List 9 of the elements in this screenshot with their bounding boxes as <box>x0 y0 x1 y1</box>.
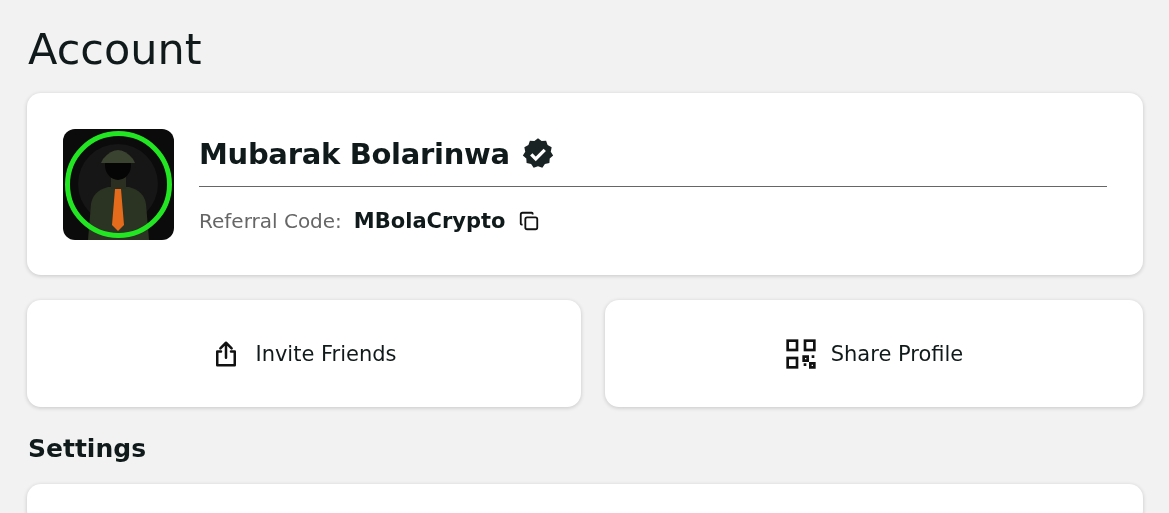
user-name: Mubarak Bolarinwa <box>199 137 510 171</box>
page-title: Account <box>28 28 203 71</box>
section-title: Settings <box>28 434 147 464</box>
referral-label: Referral Code: <box>199 209 342 233</box>
copy-icon[interactable] <box>517 210 540 232</box>
referral-code: MBolaCrypto <box>353 209 506 233</box>
invite-friends-button[interactable]: Invite Friends <box>27 300 581 407</box>
qr-code-icon <box>784 337 817 370</box>
share-profile-button[interactable]: Share Profile <box>605 300 1143 407</box>
